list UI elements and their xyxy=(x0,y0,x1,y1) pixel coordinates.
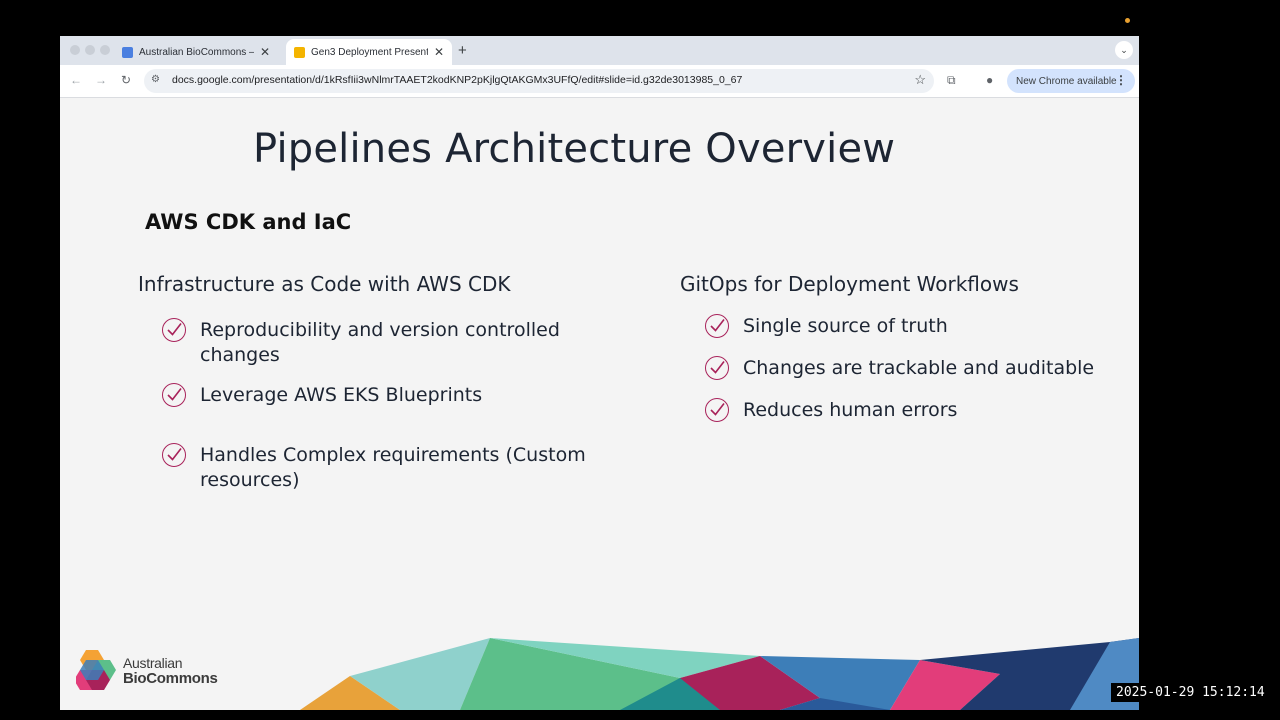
recording-indicator xyxy=(1125,18,1130,23)
menu-dots-icon[interactable]: ⋮ xyxy=(1115,73,1127,87)
new-chrome-available-button[interactable]: New Chrome available ⋮ xyxy=(1007,69,1135,93)
window-close-button[interactable] xyxy=(70,45,80,55)
presentation-slide: Pipelines Architecture Overview AWS CDK … xyxy=(60,98,1139,710)
update-label: New Chrome available xyxy=(1016,75,1117,87)
checkmark-circle-icon xyxy=(705,398,729,422)
close-icon[interactable]: ✕ xyxy=(434,45,444,59)
browser-window: Australian BioCommons – Ca ✕ Gen3 Deploy… xyxy=(60,36,1139,710)
list-item: Reduces human errors xyxy=(705,398,1125,423)
bullet-text: Reduces human errors xyxy=(743,399,958,421)
tab-strip: Australian BioCommons – Ca ✕ Gen3 Deploy… xyxy=(60,36,1139,65)
bookmark-star-icon[interactable]: ☆ xyxy=(914,72,926,88)
extensions-icon[interactable]: ⧉ xyxy=(947,73,956,88)
new-tab-icon[interactable]: + xyxy=(458,42,467,59)
recording-timestamp: 2025-01-29 15:12:14 xyxy=(1111,683,1270,702)
logo-wordmark: Australian BioCommons xyxy=(123,655,218,687)
tab-title: Australian BioCommons – Ca xyxy=(139,46,254,58)
chevron-down-icon[interactable]: ⌄ xyxy=(1115,41,1133,59)
bullet-text: Handles Complex requirements (Custom res… xyxy=(200,444,586,491)
tab-title: Gen3 Deployment Presentatio xyxy=(311,46,428,58)
url-text[interactable]: docs.google.com/presentation/d/1kRsfIii3… xyxy=(172,74,742,86)
checkmark-circle-icon xyxy=(162,318,186,342)
bullet-text: Leverage AWS EKS Blueprints xyxy=(200,384,483,406)
bullet-text: Single source of truth xyxy=(743,315,948,337)
forward-arrow-icon[interactable]: → xyxy=(95,73,107,87)
browser-toolbar: ← → ↻ ⚙ docs.google.com/presentation/d/1… xyxy=(60,65,1139,98)
address-bar[interactable]: ⚙ docs.google.com/presentation/d/1kRsfIi… xyxy=(144,69,934,93)
list-item: Reproducibility and version controlled c… xyxy=(162,318,572,368)
window-minimize-button[interactable] xyxy=(85,45,95,55)
tab-gen3-presentation[interactable]: Gen3 Deployment Presentatio ✕ xyxy=(286,39,452,65)
google-slides-favicon-icon xyxy=(294,46,305,58)
checkmark-circle-icon xyxy=(705,356,729,380)
slide-title: Pipelines Architecture Overview xyxy=(253,126,896,172)
bullet-text: Changes are trackable and auditable xyxy=(743,357,1095,379)
list-item: Handles Complex requirements (Custom res… xyxy=(162,443,592,493)
left-column-heading: Infrastructure as Code with AWS CDK xyxy=(138,272,511,296)
list-item: Changes are trackable and auditable xyxy=(705,356,1125,381)
logo-line-2: BioCommons xyxy=(123,670,218,687)
profile-avatar-icon[interactable]: ● xyxy=(986,73,993,87)
bullet-text: Reproducibility and version controlled c… xyxy=(200,319,560,366)
checkmark-circle-icon xyxy=(705,314,729,338)
right-column-heading: GitOps for Deployment Workflows xyxy=(680,272,1019,296)
window-maximize-button[interactable] xyxy=(100,45,110,55)
calendar-favicon-icon xyxy=(122,46,133,58)
reload-icon[interactable]: ↻ xyxy=(121,73,131,87)
checkmark-circle-icon xyxy=(162,383,186,407)
list-item: Single source of truth xyxy=(705,314,1125,339)
close-icon[interactable]: ✕ xyxy=(260,45,270,59)
tab-australian-biocommons[interactable]: Australian BioCommons – Ca ✕ xyxy=(114,39,278,65)
list-item: Leverage AWS EKS Blueprints xyxy=(162,383,572,408)
site-settings-icon[interactable]: ⚙ xyxy=(151,74,160,85)
checkmark-circle-icon xyxy=(162,443,186,467)
back-arrow-icon[interactable]: ← xyxy=(70,73,82,87)
logo-line-1: Australian xyxy=(123,655,183,671)
section-title: AWS CDK and IaC xyxy=(145,210,352,234)
